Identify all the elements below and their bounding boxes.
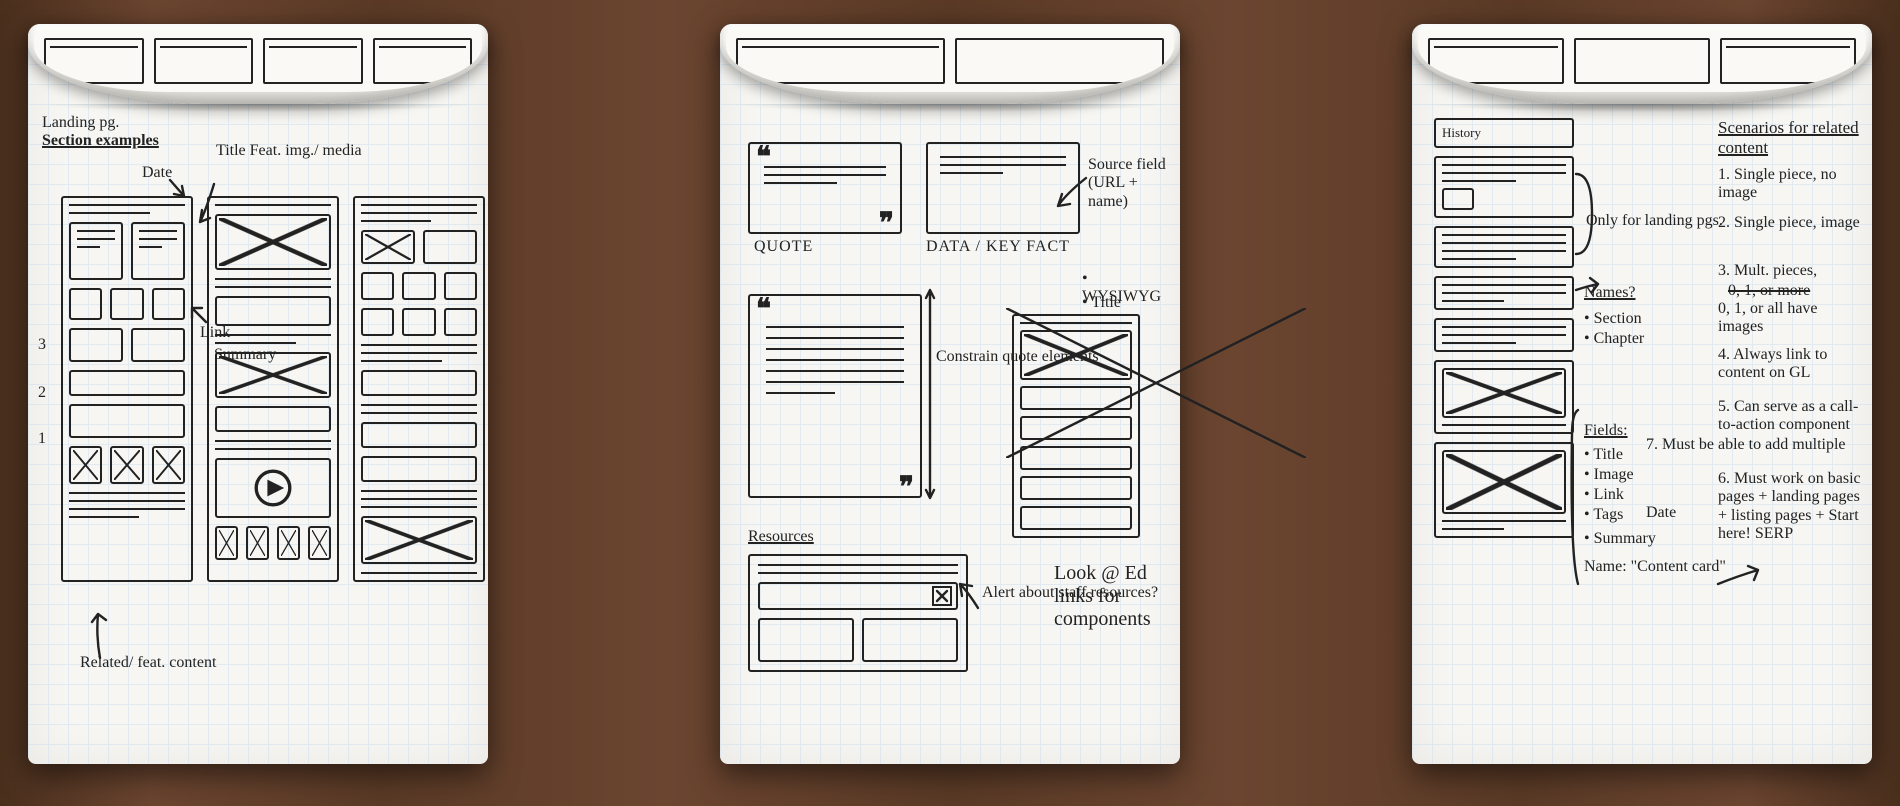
wireframe-tall-col: History: [1434, 118, 1574, 538]
field-date: Date: [1646, 504, 1676, 522]
scenario-4: 4. Always link to content on GL: [1718, 346, 1862, 383]
field-tags: Tags: [1584, 506, 1623, 524]
field-summary: Summary: [1584, 530, 1656, 548]
scenario-6: 6. Must work on basic pages + landing pa…: [1718, 470, 1862, 544]
notepad-2: ❝ ❞ QUOTE DATA / KEY FACT Source field (…: [720, 24, 1180, 764]
photo-row: Landing pg. Section examples: [0, 0, 1900, 788]
open-quote-icon: ❝: [756, 140, 771, 174]
scenario-3: 3. Mult. pieces,: [1718, 262, 1817, 280]
scenario-2: 2. Single piece, image: [1718, 214, 1860, 232]
resources-block: Resources: [748, 528, 968, 672]
sheet-content: Landing pg. Section examples: [38, 114, 478, 754]
rejected-column: [1012, 314, 1140, 538]
only-note: Only for landing pgs.: [1586, 212, 1723, 230]
row-number-2: 2: [38, 384, 46, 402]
label-link: Link: [200, 324, 230, 342]
note-7: 7. Must be able to add multiple: [1646, 436, 1846, 454]
scenario-3b: 0, 1, or all have images: [1718, 300, 1862, 337]
field-title: Title: [1584, 446, 1623, 464]
close-quote-icon: ❞: [899, 470, 914, 504]
notepad-3: History: [1412, 24, 1872, 764]
sheet-content: History: [1422, 114, 1862, 754]
sheet-content: ❝ ❞ QUOTE DATA / KEY FACT Source field (…: [730, 114, 1170, 754]
scenarios-heading: Scenarios for related content: [1718, 118, 1862, 157]
field-name: Name: "Content card": [1584, 558, 1726, 576]
quote-block-small: ❝ ❞: [748, 142, 902, 234]
wireframe-col-a: [61, 196, 193, 582]
fields-heading: Fields:: [1584, 422, 1628, 440]
open-quote-icon: ❝: [756, 292, 771, 326]
data-label: DATA / KEY FACT: [926, 238, 1070, 256]
notepad-1: Landing pg. Section examples: [28, 24, 488, 764]
label-related: Related/ feat. content: [80, 654, 216, 672]
history-label: History: [1442, 125, 1481, 140]
close-quote-icon: ❞: [879, 206, 894, 240]
label-title-feat: Title Feat. img./ media: [216, 142, 362, 160]
previous-page-peek: [34, 30, 482, 92]
wireframe-col-c: [353, 196, 485, 582]
names-chapter: Chapter: [1584, 330, 1644, 348]
source-field-note: Source field (URL + name): [1088, 156, 1170, 211]
quote-block-tall: ❝ ❞: [748, 294, 922, 498]
data-fact-block: [926, 142, 1080, 234]
scenario-3-strike: 0, 1, or more: [1728, 282, 1810, 300]
names-heading: Names?: [1584, 284, 1636, 302]
previous-page-peek: [1418, 30, 1866, 92]
quote-label: QUOTE: [754, 238, 813, 256]
heading-main: Section examples: [42, 132, 159, 150]
resources-heading: Resources: [748, 528, 968, 546]
previous-page-peek: [726, 30, 1174, 92]
cross-out-icon: [1006, 308, 1306, 458]
row-number-1: 1: [38, 430, 46, 448]
scenario-5: 5. Can serve as a call-to-action compone…: [1718, 398, 1862, 435]
look-note: Look @ Ed links for components: [1054, 562, 1170, 631]
row-number-3: 3: [38, 336, 46, 354]
scenario-1: 1. Single piece, no image: [1718, 166, 1862, 203]
label-date: Date: [142, 164, 172, 182]
label-summary: Summary: [214, 346, 276, 364]
field-image: Image: [1584, 466, 1634, 484]
close-x-icon: [932, 586, 952, 606]
wireframe-col-b: [207, 196, 339, 582]
names-section: Section: [1584, 310, 1642, 328]
field-link: Link: [1584, 486, 1624, 504]
heading-small: Landing pg.: [42, 114, 119, 132]
